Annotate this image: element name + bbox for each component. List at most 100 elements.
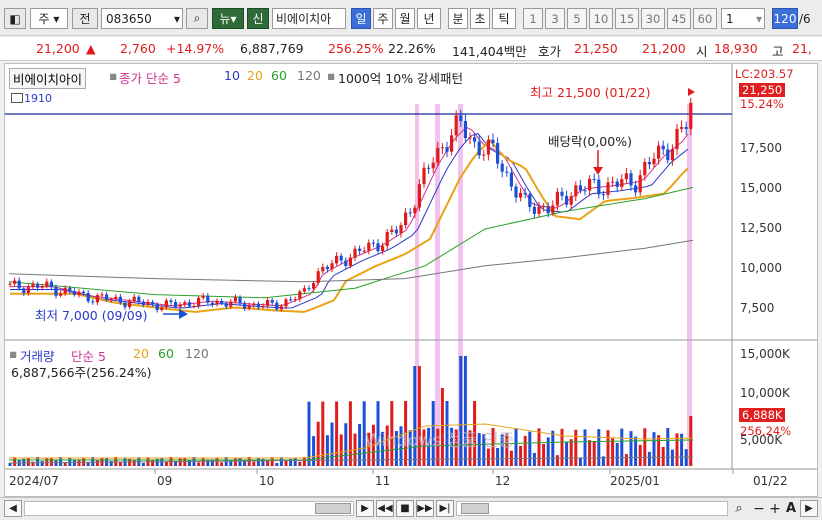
volume-bar [528, 431, 532, 466]
legend-ma10[interactable]: 10 [224, 68, 240, 83]
volume-value: 6,887,566주(256.24%) [11, 365, 152, 380]
candle-body [275, 302, 279, 310]
layout-icon[interactable]: ◧ [4, 8, 26, 29]
scroll-end-icon[interactable]: ▶ [800, 500, 818, 517]
candle-body [647, 162, 651, 165]
count-input[interactable]: 120 [772, 8, 798, 29]
volume-bar [611, 438, 615, 466]
interval-30[interactable]: 30 [641, 8, 665, 29]
volume-legend-ma20[interactable]: 20 [133, 346, 149, 361]
volume-bar [243, 461, 247, 466]
legend-pattern[interactable]: 1000억 10% 강세패턴 [338, 68, 463, 87]
font-size-icon[interactable]: A [782, 500, 800, 517]
interval-60[interactable]: 60 [693, 8, 717, 29]
interval-45[interactable]: 45 [667, 8, 691, 29]
unit-select[interactable]: 1 ▾ [721, 8, 765, 29]
scroll-right-icon[interactable]: ▶ [356, 500, 374, 517]
interval-1[interactable]: 1 [523, 8, 543, 29]
candle-body [68, 287, 72, 292]
legend-ma20[interactable]: 20 [247, 68, 263, 83]
range-track[interactable] [456, 501, 728, 516]
candle-body [210, 302, 214, 305]
candle-body [468, 137, 472, 139]
candle-body [266, 299, 270, 306]
end-icon[interactable]: ▶| [436, 500, 454, 517]
candle-body [482, 154, 486, 156]
volume-bar [151, 459, 155, 466]
search-icon[interactable]: ⌕ [186, 8, 208, 29]
market-select[interactable]: 주 ▾ [30, 8, 68, 29]
open-price: 18,930 [714, 41, 758, 56]
candle-body [454, 115, 458, 136]
chevron-down-icon: ▾ [755, 11, 762, 26]
volume-bar [197, 462, 201, 466]
period-second[interactable]: 초 [470, 8, 490, 29]
zoom-icon[interactable]: ⌕ [730, 500, 748, 517]
volume-bar [270, 457, 274, 466]
candle-body [169, 300, 173, 302]
candle-body [652, 158, 656, 165]
credit-badge[interactable]: 신 [247, 8, 269, 29]
candle-body [325, 266, 329, 270]
range-handle[interactable] [461, 503, 489, 514]
legend-ma120[interactable]: 120 [297, 68, 321, 83]
moving-average-layer [8, 126, 694, 313]
period-year[interactable]: 년 [417, 8, 441, 29]
candle-body [519, 192, 523, 198]
chart-area[interactable]: 비에이치아이 ▪ 종가 단순 5 10 20 60 120 ▪ 1000억 10… [4, 63, 818, 497]
legend-ma5[interactable]: 종가 단순 5 [119, 68, 181, 87]
news-button[interactable]: 뉴 ▾ [212, 8, 244, 29]
candle-body [45, 281, 49, 287]
stop-icon[interactable]: ■ [396, 500, 414, 517]
period-week[interactable]: 주 [373, 8, 393, 29]
type-button[interactable]: 전 [72, 8, 98, 29]
volume-bar [40, 461, 44, 466]
volume-bar [661, 446, 665, 466]
candle-body [620, 179, 624, 187]
candle-body [8, 283, 12, 285]
volume-bar [647, 451, 651, 466]
scroll-track[interactable] [24, 501, 354, 516]
code-input[interactable]: 083650 ▾ [101, 8, 183, 29]
interval-15[interactable]: 15 [615, 8, 639, 29]
scroll-left-icon[interactable]: ◀ [4, 500, 22, 517]
candle-body [22, 288, 26, 294]
price-change-tag: 15.24% [740, 97, 784, 111]
legend-bullet-icon: ▪ [109, 68, 118, 83]
interval-5[interactable]: 5 [567, 8, 587, 29]
candle-body [381, 246, 385, 252]
candle-body [252, 303, 256, 306]
period-minute[interactable]: 분 [448, 8, 468, 29]
period-month[interactable]: 월 [395, 8, 415, 29]
candle-body [376, 243, 380, 252]
volume-legend-ma120[interactable]: 120 [185, 346, 209, 361]
candle-body [289, 299, 293, 301]
rewind-icon[interactable]: ◀◀ [376, 500, 394, 517]
legend-ma60[interactable]: 60 [271, 68, 287, 83]
candle-body [592, 178, 596, 180]
candle-body [440, 147, 444, 149]
volume-bar [555, 455, 559, 466]
candle-body [551, 205, 555, 214]
candle-body [514, 186, 518, 198]
period-tick[interactable]: 틱 [492, 8, 516, 29]
candle-body [279, 306, 283, 310]
forward-icon[interactable]: ▶▶ [416, 500, 434, 517]
candle-body [348, 257, 352, 266]
volume-bar [574, 429, 578, 466]
candle-body [606, 182, 610, 195]
period-day[interactable]: 일 [351, 8, 371, 29]
volume-legend-ma60[interactable]: 60 [158, 346, 174, 361]
stock-name-field[interactable]: 비에이치아 [272, 8, 346, 29]
interval-10[interactable]: 10 [589, 8, 613, 29]
candle-body [445, 147, 449, 152]
candle-body [684, 127, 688, 129]
volume-bar [583, 429, 587, 466]
grid-layer [5, 64, 817, 474]
candle-body [197, 297, 201, 307]
up-arrow-icon: ▲ [86, 41, 96, 56]
legend-stock-name[interactable]: 비에이치아이 [9, 68, 87, 89]
candle-body [477, 141, 481, 156]
interval-3[interactable]: 3 [545, 8, 565, 29]
scroll-thumb[interactable] [315, 503, 351, 514]
